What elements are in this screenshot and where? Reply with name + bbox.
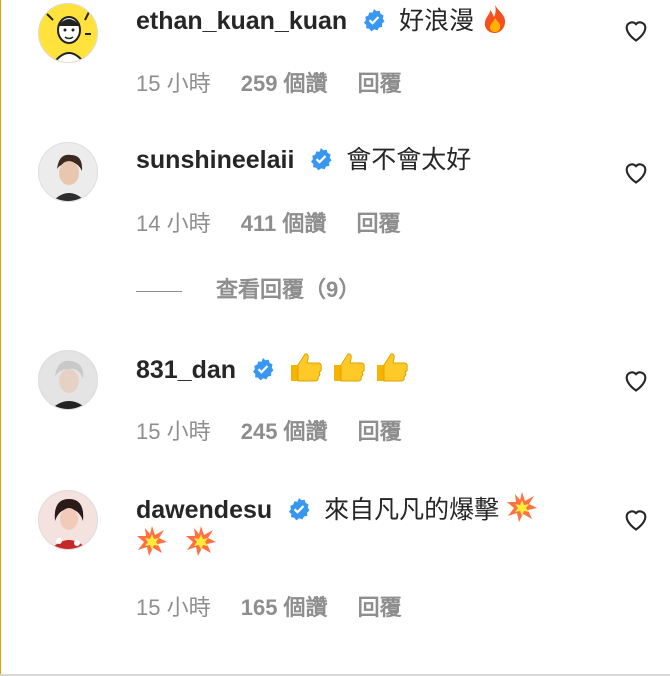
verified-badge-icon [311,148,332,171]
collision-emoji-icon [507,492,538,522]
comment-time[interactable]: 14 小時 [136,211,211,236]
thumbs-up-emoji-icon [376,353,408,382]
comment-time[interactable]: 15 小時 [136,71,211,96]
comment-username[interactable]: 831_dan [136,356,236,384]
view-replies-button[interactable]: 查看回覆（9） [136,272,360,304]
comment-text: 好浪漫 [399,7,475,35]
collision-emoji-icon [185,526,216,556]
avatar[interactable] [38,490,98,550]
reply-button[interactable]: 回覆 [356,211,400,236]
thumbs-up-emoji-icon [290,353,322,382]
comment-username[interactable]: sunshineelaii [136,146,294,174]
thumbs-up-emoji-icon [333,353,365,382]
avatar[interactable] [38,142,98,202]
comment-likes[interactable]: 245 個讚 [241,419,328,444]
comment-likes[interactable]: 411 個讚 [241,211,327,236]
comment-username[interactable]: dawendesu [136,496,272,524]
verified-badge-icon [364,9,385,32]
fire-emoji-icon [484,5,506,33]
avatar[interactable] [38,3,98,63]
collision-emoji-icon [137,526,167,556]
avatar[interactable] [38,350,98,410]
heart-icon[interactable] [622,505,650,533]
comment-time[interactable]: 15 小時 [136,595,211,620]
heart-icon[interactable] [622,16,650,44]
comment-likes[interactable]: 165 個讚 [241,595,328,620]
verified-badge-icon [253,358,274,381]
heart-icon[interactable] [622,366,650,394]
view-replies-label: 查看回覆（9） [216,277,361,302]
comment-text: 會不會太好 [346,146,472,174]
reply-button[interactable]: 回覆 [358,71,402,96]
left-edge-divider [0,0,1,676]
verified-badge-icon [289,498,310,521]
comment-username[interactable]: ethan_kuan_kuan [136,7,347,35]
comment-time[interactable]: 15 小時 [136,419,211,444]
heart-icon[interactable] [622,158,650,186]
view-replies-dash [136,290,182,292]
reply-button[interactable]: 回覆 [358,595,402,620]
comment-likes[interactable]: 259 個讚 [241,71,328,96]
reply-button[interactable]: 回覆 [358,419,402,444]
comment-text: 來自凡凡的爆擊 [324,496,500,524]
